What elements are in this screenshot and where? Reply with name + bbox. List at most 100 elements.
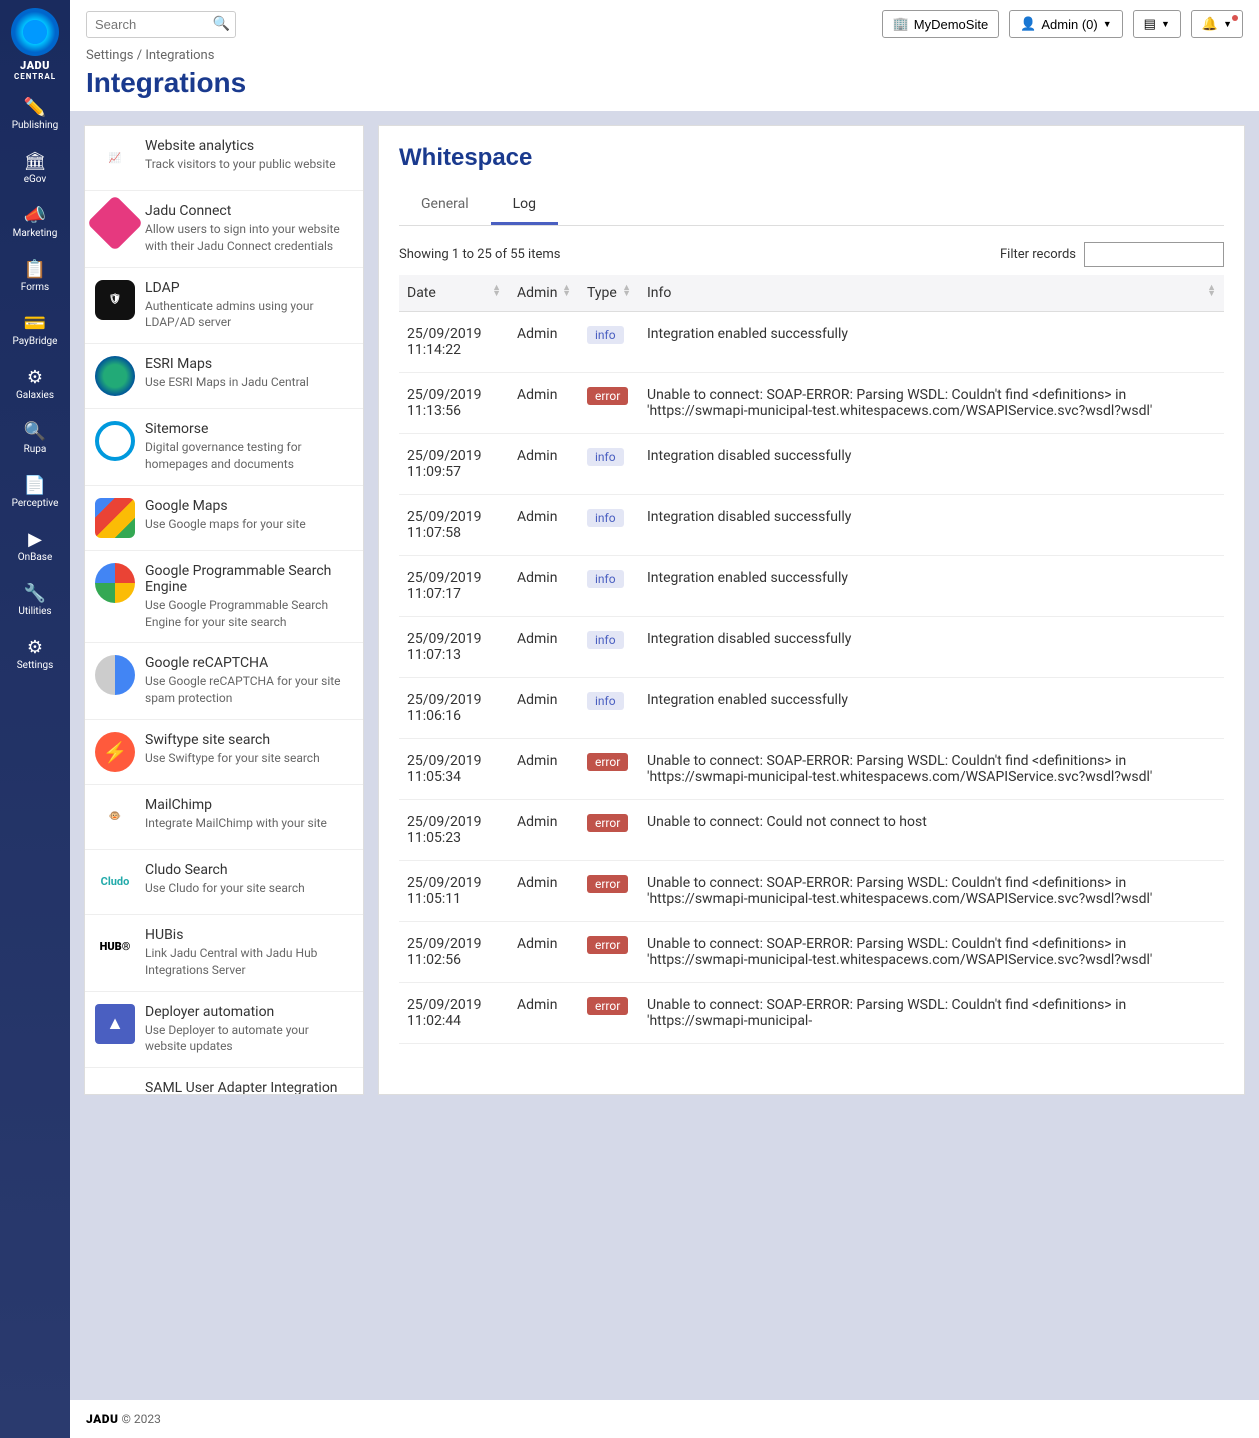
- nav-label: Marketing: [12, 228, 59, 239]
- cell-date: 25/09/2019 11:09:57: [399, 434, 509, 495]
- chevron-down-icon: ▼: [1223, 19, 1232, 29]
- footer-brand: JADU: [86, 1412, 119, 1426]
- cell-type: error: [579, 922, 639, 983]
- type-badge: info: [587, 631, 624, 649]
- integration-item[interactable]: 📈 Website analytics Track visitors to yo…: [85, 126, 363, 191]
- cell-info: Integration disabled successfully: [639, 617, 1224, 678]
- integration-icon: [95, 356, 135, 396]
- integration-item[interactable]: Jadu Connect Allow users to sign into yo…: [85, 191, 363, 268]
- integration-item[interactable]: Google reCAPTCHA Use Google reCAPTCHA fo…: [85, 643, 363, 720]
- integration-desc: Use ESRI Maps in Jadu Central: [145, 374, 309, 391]
- sidebar-item-perceptive[interactable]: 📄 Perceptive: [12, 465, 59, 519]
- module-menu-button[interactable]: ▤ ▼: [1133, 10, 1181, 38]
- sidebar-item-rupa[interactable]: 🔍Rupa: [12, 411, 59, 465]
- cell-date: 25/09/2019 11:05:34: [399, 739, 509, 800]
- cell-admin: Admin: [509, 800, 579, 861]
- integration-item[interactable]: 🐵 MailChimp Integrate MailChimp with you…: [85, 785, 363, 850]
- nav-label: Settings: [12, 660, 59, 671]
- table-row: 25/09/2019 11:05:23 Admin error Unable t…: [399, 800, 1224, 861]
- col-admin[interactable]: Admin▲▼: [509, 275, 579, 312]
- integration-desc: Integrate MailChimp with your site: [145, 815, 327, 832]
- col-date[interactable]: Date▲▼: [399, 275, 509, 312]
- table-row: 25/09/2019 11:07:58 Admin info Integrati…: [399, 495, 1224, 556]
- integration-item[interactable]: 🛡 LDAP Authenticate admins using your LD…: [85, 268, 363, 345]
- nav-icon: 🔧: [12, 583, 59, 604]
- brand-name: JADU: [11, 60, 59, 72]
- sidebar-item-settings[interactable]: ⚙Settings: [12, 627, 59, 681]
- nav-icon: 📄: [12, 475, 59, 496]
- type-badge: error: [587, 997, 628, 1015]
- integration-desc: Allow users to sign into your website wi…: [145, 221, 353, 255]
- type-badge: error: [587, 753, 628, 771]
- tab-log[interactable]: Log: [491, 186, 558, 225]
- nav-label: Utilities: [12, 606, 59, 617]
- footer-copyright: © 2023: [122, 1412, 161, 1426]
- integration-icon: ▲: [95, 1004, 135, 1044]
- integration-item[interactable]: HUB® HUBis Link Jadu Central with Jadu H…: [85, 915, 363, 992]
- cell-type: error: [579, 739, 639, 800]
- integration-detail-panel: Whitespace General Log Showing 1 to 25 o…: [378, 125, 1245, 1095]
- integration-item[interactable]: Google Maps Use Google maps for your sit…: [85, 486, 363, 551]
- breadcrumb-parent[interactable]: Settings: [86, 48, 133, 63]
- sidebar-item-marketing[interactable]: 📣Marketing: [12, 195, 59, 249]
- nav-label: Perceptive: [12, 498, 59, 509]
- filter-input[interactable]: [1084, 242, 1224, 267]
- cell-type: info: [579, 678, 639, 739]
- cell-type: info: [579, 312, 639, 373]
- sidebar-item-paybridge[interactable]: 💳PayBridge: [12, 303, 59, 357]
- type-badge: info: [587, 509, 624, 527]
- integration-title: HUBis: [145, 927, 353, 943]
- nav-icon: 📋: [12, 259, 59, 280]
- sidebar-item-utilities[interactable]: 🔧 Utilities: [12, 573, 59, 627]
- showing-text: Showing 1 to 25 of 55 items: [399, 247, 560, 262]
- integration-desc: Use Deployer to automate your website up…: [145, 1022, 353, 1056]
- site-selector-button[interactable]: 🏢 MyDemoSite: [882, 10, 1000, 38]
- user-icon: 👤: [1020, 16, 1036, 32]
- integration-icon: ⚡: [95, 732, 135, 772]
- integration-icon: 🐵: [95, 797, 135, 837]
- sidebar-item-onbase[interactable]: ▶OnBase: [12, 519, 59, 573]
- type-badge: error: [587, 936, 628, 954]
- integration-item[interactable]: Cludo Cludo Search Use Cludo for your si…: [85, 850, 363, 915]
- integrations-list[interactable]: 📈 Website analytics Track visitors to yo…: [84, 125, 364, 1095]
- building-icon: 🏢: [893, 16, 909, 32]
- table-row: 25/09/2019 11:05:34 Admin error Unable t…: [399, 739, 1224, 800]
- topbar: 🔍 🏢 MyDemoSite 👤 Admin (0) ▼ ▤ ▼ 🔔 ▼: [70, 0, 1259, 48]
- col-info[interactable]: Info▲▼: [639, 275, 1224, 312]
- integration-item[interactable]: SAML SAML User Adapter Integration Link …: [85, 1068, 363, 1095]
- integration-title: SAML User Adapter Integration: [145, 1080, 353, 1095]
- user-menu-button[interactable]: 👤 Admin (0) ▼: [1009, 10, 1122, 38]
- cell-date: 25/09/2019 11:07:17: [399, 556, 509, 617]
- cell-admin: Admin: [509, 739, 579, 800]
- type-badge: error: [587, 387, 628, 405]
- type-badge: error: [587, 875, 628, 893]
- integration-title: Website analytics: [145, 138, 336, 154]
- nav-icon: ▶: [12, 529, 59, 550]
- search-wrap: 🔍: [86, 11, 236, 38]
- notifications-button[interactable]: 🔔 ▼: [1191, 10, 1243, 38]
- brand-logo[interactable]: JADU CENTRAL: [11, 8, 59, 81]
- sidebar-item-galaxies[interactable]: ⚙Galaxies: [12, 357, 59, 411]
- breadcrumb-sep: /: [137, 48, 142, 63]
- cell-date: 25/09/2019 11:02:44: [399, 983, 509, 1044]
- col-type[interactable]: Type▲▼: [579, 275, 639, 312]
- tab-general[interactable]: General: [399, 186, 491, 225]
- cell-admin: Admin: [509, 678, 579, 739]
- table-row: 25/09/2019 11:14:22 Admin info Integrati…: [399, 312, 1224, 373]
- integration-item[interactable]: Google Programmable Search Engine Use Go…: [85, 551, 363, 644]
- sidebar-item-forms[interactable]: 📋Forms: [12, 249, 59, 303]
- search-icon[interactable]: 🔍: [213, 16, 230, 32]
- cell-admin: Admin: [509, 373, 579, 434]
- integration-item[interactable]: ESRI Maps Use ESRI Maps in Jadu Central: [85, 344, 363, 409]
- cell-admin: Admin: [509, 983, 579, 1044]
- integration-item[interactable]: ▲ Deployer automation Use Deployer to au…: [85, 992, 363, 1069]
- integration-item[interactable]: ⚡ Swiftype site search Use Swiftype for …: [85, 720, 363, 785]
- cell-type: error: [579, 861, 639, 922]
- cell-type: info: [579, 434, 639, 495]
- sidebar-item-egov[interactable]: 🏛eGov: [12, 141, 59, 195]
- nav-label: eGov: [12, 174, 59, 185]
- sort-icon: ▲▼: [622, 285, 631, 298]
- integration-desc: Use Google reCAPTCHA for your site spam …: [145, 673, 353, 707]
- integration-item[interactable]: Sitemorse Digital governance testing for…: [85, 409, 363, 486]
- sidebar-item-publishing[interactable]: ✏️Publishing: [12, 87, 59, 141]
